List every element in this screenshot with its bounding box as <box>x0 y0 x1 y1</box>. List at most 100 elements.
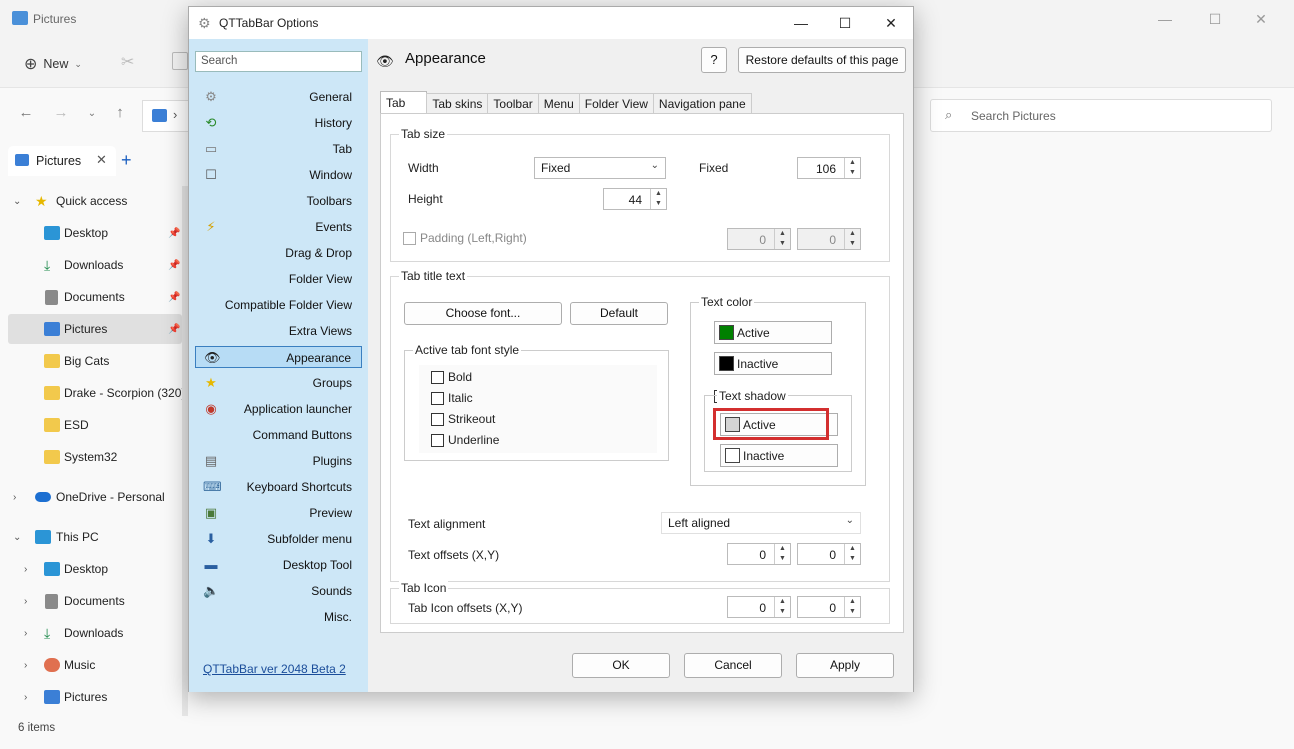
padding-checkbox[interactable] <box>403 232 416 245</box>
tab-folder-view[interactable]: Folder View <box>578 93 654 113</box>
tab-menu[interactable]: Menu <box>537 93 580 113</box>
category-appearance[interactable]: 👁 Appearance <box>195 346 362 368</box>
nav-pc-pictures[interactable]: › Pictures <box>0 682 182 712</box>
address-path-box[interactable]: › <box>142 100 190 132</box>
stepper-arrows-icon[interactable]: ▲ ▼ <box>844 597 860 617</box>
apply-button[interactable]: Apply <box>796 653 894 678</box>
inactive-color-button[interactable]: Inactive <box>714 352 832 375</box>
category-sounds[interactable]: 🔈 Sounds <box>195 580 362 602</box>
fixed-width-stepper[interactable]: 106 ▲ ▼ <box>797 157 861 179</box>
strikeout-checkbox[interactable] <box>431 413 444 426</box>
copy-icon[interactable] <box>172 52 188 70</box>
nav-documents[interactable]: Documents 📌 <box>0 282 182 312</box>
expand-chevron-icon[interactable]: › <box>24 660 27 671</box>
nav-onedrive[interactable]: › OneDrive - Personal <box>0 482 182 512</box>
expand-chevron-icon[interactable]: › <box>24 564 27 575</box>
explorer-search-input[interactable]: ⌕ Search Pictures <box>930 99 1272 132</box>
up-arrow-icon[interactable]: ↑ <box>110 104 130 121</box>
tab-toolbar[interactable]: Toolbar <box>487 93 539 113</box>
minimize-icon[interactable]: — <box>1150 8 1180 30</box>
category-compatible-folder-view[interactable]: Compatible Folder View <box>195 294 362 316</box>
cut-icon[interactable]: ✂ <box>121 52 134 72</box>
nav-pc-documents[interactable]: › Documents <box>0 586 182 616</box>
category-extra-views[interactable]: Extra Views <box>195 320 362 342</box>
nav-desktop[interactable]: Desktop 📌 <box>0 218 182 248</box>
nav-this-pc[interactable]: ⌄ This PC <box>0 522 182 552</box>
expand-chevron-icon[interactable]: › <box>13 492 16 503</box>
restore-defaults-button[interactable]: Restore defaults of this page <box>738 47 906 73</box>
category-general[interactable]: ⚙ General <box>195 86 362 108</box>
category-desktop-tool[interactable]: ▬ Desktop Tool <box>195 554 362 576</box>
category-groups[interactable]: ★ Groups <box>195 372 362 394</box>
nav-esd[interactable]: ESD <box>0 410 182 440</box>
nav-quick-access[interactable]: ⌄ ★ Quick access <box>0 186 182 216</box>
expand-chevron-icon[interactable]: › <box>24 692 27 703</box>
tab-navigation-pane[interactable]: Navigation pane <box>652 93 752 113</box>
category-toolbars[interactable]: Toolbars <box>195 190 362 212</box>
expand-chevron-icon[interactable]: ⌄ <box>13 196 21 207</box>
bold-checkbox[interactable] <box>431 371 444 384</box>
category-tab[interactable]: ▭ Tab <box>195 138 362 160</box>
stepper-arrows-icon[interactable]: ▲ ▼ <box>774 597 790 617</box>
italic-checkbox[interactable] <box>431 392 444 405</box>
height-stepper[interactable]: 44 ▲ ▼ <box>603 188 667 210</box>
nav-big-cats[interactable]: Big Cats <box>0 346 182 376</box>
ok-button[interactable]: OK <box>572 653 670 678</box>
category-command-buttons[interactable]: Command Buttons <box>195 424 362 446</box>
minimize-icon[interactable]: — <box>779 12 823 34</box>
padding-right-stepper[interactable]: 0 ▲ ▼ <box>797 228 861 250</box>
underline-checkbox[interactable] <box>431 434 444 447</box>
category-search-input[interactable]: Search <box>195 51 362 72</box>
padding-left-stepper[interactable]: 0 ▲ ▼ <box>727 228 791 250</box>
default-font-button[interactable]: Default <box>570 302 668 325</box>
expand-chevron-icon[interactable]: ⌄ <box>13 532 21 543</box>
stepper-arrows-icon[interactable]: ▲ ▼ <box>844 229 860 249</box>
category-keyboard-shortcuts[interactable]: ⌨ Keyboard Shortcuts <box>195 476 362 498</box>
stepper-arrows-icon[interactable]: ▲ ▼ <box>650 189 666 209</box>
category-folder-view[interactable]: Folder View <box>195 268 362 290</box>
stepper-arrows-icon[interactable]: ▲ ▼ <box>774 544 790 564</box>
nav-system32[interactable]: System32 <box>0 442 182 472</box>
close-tab-icon[interactable]: ✕ <box>96 152 107 168</box>
tab-tab-skins[interactable]: Tab skins <box>426 93 489 113</box>
stepper-arrows-icon[interactable]: ▲ ▼ <box>844 544 860 564</box>
category-events[interactable]: ⚡ Events <box>195 216 362 238</box>
category-plugins[interactable]: ▤ Plugins <box>195 450 362 472</box>
category-preview[interactable]: ▣ Preview <box>195 502 362 524</box>
stepper-arrows-icon[interactable]: ▲ ▼ <box>774 229 790 249</box>
forward-arrow-icon[interactable]: → <box>51 104 71 121</box>
maximize-icon[interactable]: ☐ <box>823 12 867 34</box>
text-alignment-select[interactable]: Left aligned ⌄ <box>661 512 861 534</box>
text-offset-y-stepper[interactable]: 0 ▲ ▼ <box>797 543 861 565</box>
nav-pictures[interactable]: Pictures 📌 <box>8 314 182 344</box>
version-link[interactable]: QTTabBar ver 2048 Beta 2 <box>203 662 346 676</box>
category-misc[interactable]: Misc. <box>195 606 362 628</box>
explorer-tab-pictures[interactable]: Pictures ✕ <box>8 146 116 176</box>
stepper-arrows-icon[interactable]: ▲ ▼ <box>844 158 860 178</box>
recent-chevron-icon[interactable]: ⌄ <box>82 108 102 119</box>
help-button[interactable]: ? <box>701 47 727 73</box>
maximize-icon[interactable]: ☐ <box>1200 8 1230 30</box>
category-application-launcher[interactable]: ◉ Application launcher <box>195 398 362 420</box>
close-icon[interactable]: ✕ <box>1246 8 1276 30</box>
nav-pc-downloads[interactable]: › ⤓ Downloads <box>0 618 182 648</box>
new-tab-icon[interactable]: + <box>121 150 132 171</box>
expand-chevron-icon[interactable]: › <box>24 628 27 639</box>
category-subfolder-menu[interactable]: ⬇ Subfolder menu <box>195 528 362 550</box>
text-offset-x-stepper[interactable]: 0 ▲ ▼ <box>727 543 791 565</box>
nav-downloads[interactable]: ⤓ Downloads 📌 <box>0 250 182 280</box>
nav-drake[interactable]: Drake - Scorpion (320) <box>0 378 185 408</box>
choose-font-button[interactable]: Choose font... <box>404 302 562 325</box>
expand-chevron-icon[interactable]: › <box>24 596 27 607</box>
new-button[interactable]: ⊕ New ⌄ <box>24 53 82 75</box>
tab-icon-offset-y-stepper[interactable]: 0 ▲ ▼ <box>797 596 861 618</box>
cancel-button[interactable]: Cancel <box>684 653 782 678</box>
nav-pc-desktop[interactable]: › Desktop <box>0 554 182 584</box>
tab-icon-offset-x-stepper[interactable]: 0 ▲ ▼ <box>727 596 791 618</box>
category-drag-drop[interactable]: Drag & Drop <box>195 242 362 264</box>
tab-tab[interactable]: Tab <box>380 91 428 113</box>
close-icon[interactable]: ✕ <box>869 12 913 34</box>
category-history[interactable]: ⟲ History <box>195 112 362 134</box>
nav-pc-music[interactable]: › Music <box>0 650 182 680</box>
shadow-inactive-color-button[interactable]: Inactive <box>720 444 838 467</box>
